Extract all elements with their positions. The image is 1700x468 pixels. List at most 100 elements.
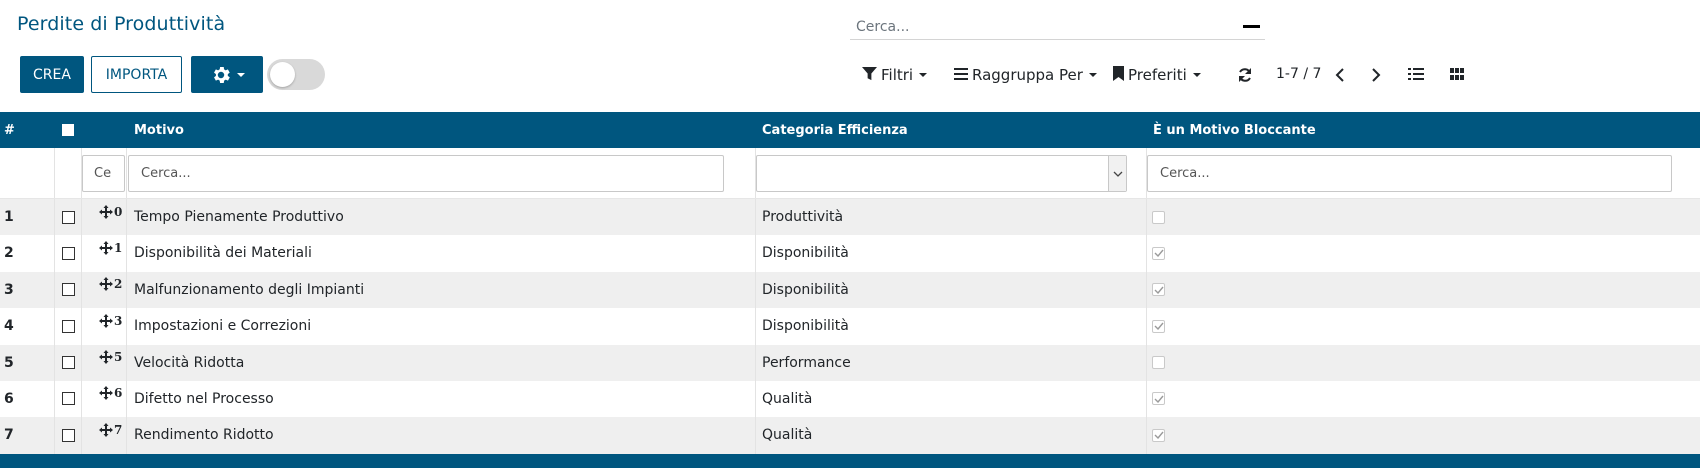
category-cell: Disponibilità (762, 318, 849, 335)
header-category[interactable]: Categoria Efficienza (762, 112, 908, 148)
sequence-handle[interactable]: 3 (99, 308, 122, 344)
chevron-down-icon (1088, 73, 1097, 77)
reason-cell: Malfunzionamento degli Impianti (134, 281, 365, 298)
reason-filter-input[interactable] (128, 155, 724, 192)
select-all-checkbox[interactable] (62, 112, 74, 148)
sequence-value: 2 (114, 277, 123, 292)
table-row[interactable]: 2 1 Disponibilità dei Materiali Disponib… (0, 235, 1700, 272)
blocking-checkbox (1152, 235, 1165, 271)
blocking-checkbox (1152, 345, 1165, 381)
chevron-left-icon[interactable] (1331, 65, 1349, 85)
row-number: 4 (4, 318, 14, 335)
filters-dropdown[interactable]: Filtri (862, 65, 928, 85)
sequence-handle[interactable]: 0 (99, 199, 122, 235)
row-select-checkbox[interactable] (62, 199, 75, 235)
move-handle-icon (99, 350, 113, 367)
category-cell: Disponibilità (762, 281, 849, 298)
table-row[interactable]: 6 6 Difetto nel Processo Qualità (0, 380, 1700, 418)
sequence-value: 1 (114, 240, 123, 255)
favorites-dropdown[interactable]: Preferiti (1113, 65, 1201, 85)
chevron-down-icon (236, 72, 245, 77)
row-select-checkbox[interactable] (62, 381, 75, 417)
kanban-view-icon[interactable] (1447, 64, 1467, 84)
create-button[interactable]: CREA (20, 56, 84, 93)
list-view-icon[interactable] (1406, 64, 1426, 84)
table-header: # Motivo Categoria Efficienza È un Motiv… (0, 112, 1700, 148)
reason-cell: Velocità Ridotta (134, 354, 245, 371)
row-select-checkbox[interactable] (62, 235, 75, 271)
table-body: 1 0 Tempo Pienamente Produttivo Produtti… (0, 199, 1700, 454)
reason-cell: Rendimento Ridotto (134, 427, 274, 444)
pager-value[interactable]: 1-7 / 7 (1276, 66, 1321, 82)
move-handle-icon (99, 240, 113, 258)
category-cell: Qualità (762, 427, 813, 444)
row-number: 5 (4, 354, 14, 371)
row-number: 6 (4, 390, 14, 407)
sequence-handle[interactable]: 1 (99, 235, 122, 271)
reason-cell: Impostazioni e Correzioni (134, 318, 312, 335)
row-select-checkbox[interactable] (62, 345, 75, 381)
blocking-checkbox (1152, 417, 1165, 453)
sequence-value: 0 (114, 204, 123, 219)
row-select-checkbox[interactable] (62, 272, 75, 308)
toggle-switch[interactable] (267, 59, 325, 90)
chevron-down-icon (1108, 156, 1126, 191)
category-filter-select[interactable] (756, 155, 1127, 192)
sequence-value: 6 (114, 386, 123, 401)
category-cell: Disponibilità (762, 245, 849, 262)
table-row[interactable]: 1 0 Tempo Pienamente Produttivo Produtti… (0, 199, 1700, 236)
search-input[interactable] (850, 14, 1265, 40)
row-number: 2 (4, 245, 14, 262)
reason-cell: Disponibilità dei Materiali (134, 245, 312, 262)
page-title: Perdite di Produttività (17, 13, 226, 35)
blocking-checkbox (1152, 199, 1165, 235)
row-select-checkbox[interactable] (62, 417, 75, 453)
move-handle-icon (99, 422, 113, 440)
category-cell: Performance (762, 354, 851, 371)
sequence-filter-input[interactable] (82, 155, 125, 192)
sequence-handle[interactable]: 2 (99, 272, 122, 308)
table-row[interactable]: 7 7 Rendimento Ridotto Qualità (0, 417, 1700, 454)
blocking-checkbox (1152, 381, 1165, 417)
filters-label: Filtri (881, 66, 914, 84)
move-handle-icon (99, 277, 113, 294)
chevron-down-icon (919, 73, 928, 77)
chevron-right-icon[interactable] (1367, 65, 1385, 85)
row-number: 1 (4, 209, 14, 225)
blocking-filter-input[interactable] (1147, 155, 1672, 192)
actions-gear-button[interactable] (191, 56, 263, 93)
sequence-value: 5 (114, 350, 123, 365)
move-handle-icon (99, 204, 113, 222)
sequence-handle[interactable]: 6 (99, 381, 122, 417)
reason-cell: Difetto nel Processo (134, 390, 274, 407)
row-select-checkbox[interactable] (62, 308, 75, 344)
import-button[interactable]: IMPORTA (91, 56, 182, 93)
favorites-label: Preferiti (1128, 66, 1187, 84)
toggle-knob (270, 62, 295, 87)
sequence-handle[interactable]: 7 (99, 417, 122, 453)
header-reason[interactable]: Motivo (134, 112, 184, 148)
category-cell: Produttività (762, 209, 844, 225)
category-cell: Qualità (762, 390, 813, 407)
group-by-dropdown[interactable]: Raggruppa Per (954, 65, 1097, 85)
table-footer (0, 454, 1700, 468)
search-clear-icon[interactable] (1243, 25, 1260, 28)
table-row[interactable]: 3 2 Malfunzionamento degli Impianti Disp… (0, 271, 1700, 309)
gear-icon (210, 64, 232, 86)
filter-icon (862, 66, 877, 85)
header-row-number: # (4, 122, 15, 138)
refresh-icon[interactable] (1235, 65, 1255, 85)
sequence-handle[interactable]: 5 (99, 345, 122, 381)
row-number: 7 (4, 427, 14, 444)
blocking-checkbox (1152, 308, 1165, 344)
chevron-down-icon (1192, 73, 1201, 77)
bookmark-icon (1113, 65, 1124, 85)
header-blocking[interactable]: È un Motivo Bloccante (1153, 112, 1316, 148)
row-number: 3 (4, 281, 14, 298)
table-row[interactable]: 4 3 Impostazioni e Correzioni Disponibil… (0, 308, 1700, 345)
table-row[interactable]: 5 5 Velocità Ridotta Performance (0, 344, 1700, 381)
move-handle-icon (99, 313, 113, 331)
sequence-value: 7 (114, 422, 123, 437)
sequence-value: 3 (114, 313, 123, 328)
move-handle-icon (99, 386, 113, 403)
